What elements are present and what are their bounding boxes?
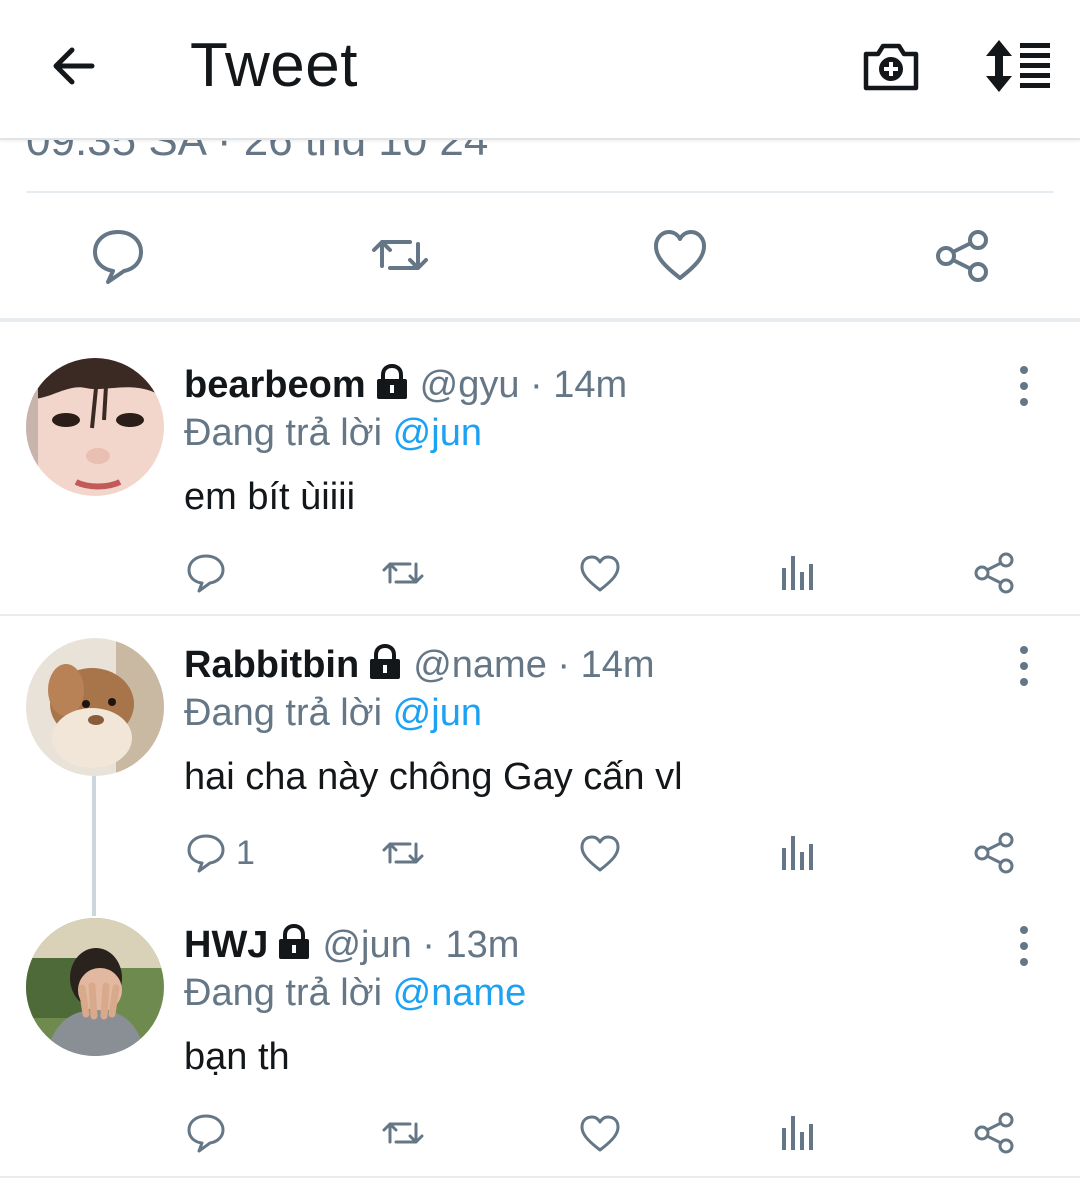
sort-lines-icon[interactable] <box>982 38 1052 94</box>
reply-actions <box>0 550 1080 600</box>
reply-actions <box>0 1110 1080 1160</box>
share-icon[interactable] <box>932 220 992 290</box>
reply-count: 1 <box>236 834 255 872</box>
share-icon[interactable] <box>972 1110 1016 1156</box>
reply-actions: 1 <box>0 830 1080 880</box>
mention-link[interactable]: @jun <box>393 692 482 734</box>
handle[interactable]: @name <box>413 644 547 686</box>
relative-time: 14m <box>580 644 655 686</box>
more-vertical-icon[interactable] <box>1008 924 1040 968</box>
tweet-text: bạn th <box>184 1036 290 1078</box>
like-icon[interactable] <box>578 1110 622 1156</box>
thread-connector <box>92 776 96 916</box>
mention-link[interactable]: @jun <box>393 412 482 454</box>
reply-icon[interactable] <box>184 550 228 596</box>
page-title: Tweet <box>190 31 358 100</box>
retweet-icon[interactable] <box>380 830 426 876</box>
like-icon[interactable] <box>578 550 622 596</box>
analytics-icon[interactable] <box>778 830 818 876</box>
tweet-text: hai cha này chông Gay cấn vl <box>184 756 683 798</box>
replying-to: Đang trả lời @name <box>184 972 526 1015</box>
retweet-icon[interactable] <box>380 550 426 596</box>
camera-plus-icon[interactable] <box>860 38 922 94</box>
share-icon[interactable] <box>972 550 1016 596</box>
relative-time: 13m <box>445 924 520 966</box>
lock-icon <box>279 924 310 959</box>
lock-icon <box>370 644 401 679</box>
replying-to: Đang trả lời @jun <box>184 412 482 455</box>
main-tweet-actions <box>0 220 1080 292</box>
lock-icon <box>376 364 407 399</box>
retweet-icon[interactable] <box>368 220 432 290</box>
relative-time: 14m <box>553 364 628 406</box>
avatar[interactable] <box>26 358 164 496</box>
reply-header: bearbeom @gyu · 14m <box>184 364 628 406</box>
like-icon[interactable] <box>578 830 622 876</box>
handle[interactable]: @jun <box>322 924 411 966</box>
share-icon[interactable] <box>972 830 1016 876</box>
divider <box>0 1176 1080 1178</box>
section-separator <box>0 318 1080 322</box>
reply-icon[interactable] <box>88 220 148 290</box>
divider <box>26 191 1054 193</box>
more-vertical-icon[interactable] <box>1008 364 1040 408</box>
reply-header: Rabbitbin @name · 14m <box>184 644 655 686</box>
back-arrow-icon[interactable] <box>46 38 102 94</box>
top-app-bar: Tweet <box>0 0 1080 140</box>
display-name[interactable]: Rabbitbin <box>184 644 359 686</box>
retweet-icon[interactable] <box>380 1110 426 1156</box>
mention-link[interactable]: @name <box>393 972 527 1014</box>
reply-icon[interactable] <box>184 830 228 876</box>
replying-prefix: Đang trả lời <box>184 972 383 1014</box>
divider <box>0 614 1080 616</box>
reply-header: HWJ @jun · 13m <box>184 924 520 966</box>
replying-prefix: Đang trả lời <box>184 692 383 734</box>
display-name[interactable]: HWJ <box>184 924 268 966</box>
replying-prefix: Đang trả lời <box>184 412 383 454</box>
like-icon[interactable] <box>650 220 710 290</box>
tweet-text: em bít ùiiii <box>184 476 356 518</box>
replying-to: Đang trả lời @jun <box>184 692 482 735</box>
avatar[interactable] <box>26 918 164 1056</box>
more-vertical-icon[interactable] <box>1008 644 1040 688</box>
handle[interactable]: @gyu <box>420 364 520 406</box>
display-name[interactable]: bearbeom <box>184 364 366 406</box>
avatar[interactable] <box>26 638 164 776</box>
analytics-icon[interactable] <box>778 550 818 596</box>
reply-icon[interactable] <box>184 1110 228 1156</box>
analytics-icon[interactable] <box>778 1110 818 1156</box>
